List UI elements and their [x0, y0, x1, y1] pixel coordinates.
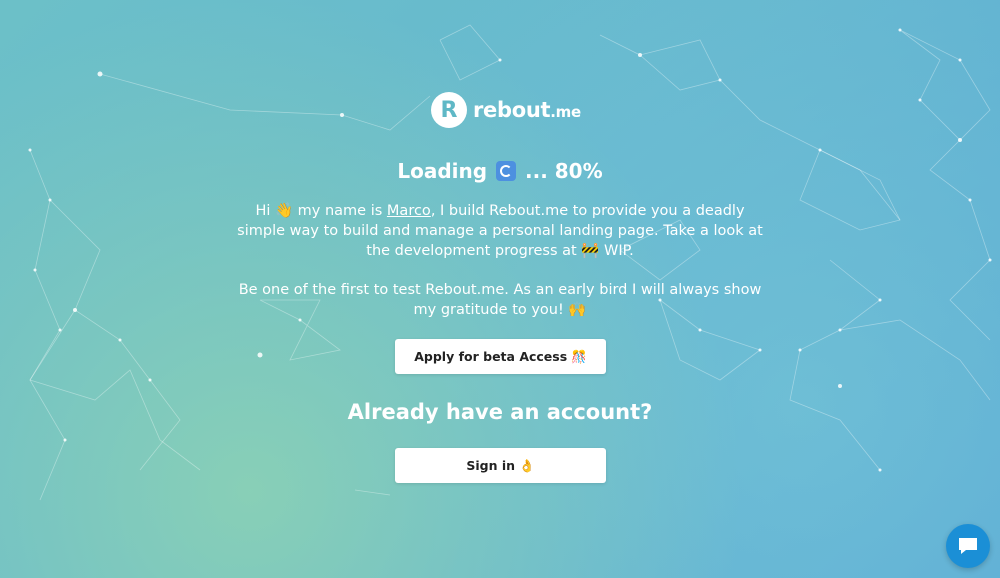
apply-beta-button[interactable]: Apply for beta Access 🎊 — [395, 339, 606, 374]
logo-mark-icon: R — [431, 92, 467, 128]
construction-icon: 🚧 — [581, 243, 600, 259]
waving-hand-icon: 👋 — [275, 203, 294, 219]
ok-hand-icon: 👌 — [519, 457, 535, 473]
chat-launcher-button[interactable] — [946, 524, 990, 568]
brand-name-main: rebout — [473, 98, 551, 122]
confetti-icon: 🎊 — [571, 348, 587, 364]
loading-status: Loading ... 80% — [0, 159, 1000, 183]
brand-name: rebout.me — [473, 98, 581, 122]
intro-before-name: my name is — [297, 203, 383, 219]
raising-hands-icon: 🙌 — [568, 302, 587, 318]
loading-prefix: Loading — [397, 159, 488, 183]
sign-in-label: Sign in — [466, 458, 516, 473]
author-name-link[interactable]: Marco — [387, 203, 431, 219]
intro-greeting: Hi — [255, 203, 271, 219]
intro-paragraph: Hi 👋 my name is Marco, I build Rebout.me… — [230, 201, 770, 261]
early-bird-text: Be one of the first to test Rebout.me. A… — [238, 282, 762, 318]
main-content: R rebout.me Loading ... 80% Hi 👋 my name… — [0, 0, 1000, 578]
loading-progress: ... 80% — [525, 159, 603, 183]
apply-beta-label: Apply for beta Access — [414, 349, 568, 364]
account-heading: Already have an account? — [347, 400, 653, 424]
chat-bubble-icon — [959, 538, 977, 554]
wip-link[interactable]: WIP. — [604, 243, 634, 259]
early-bird-paragraph: Be one of the first to test Rebout.me. A… — [230, 280, 770, 320]
brand-logo[interactable]: R rebout.me — [431, 92, 581, 128]
refresh-icon — [496, 161, 517, 181]
sign-in-button[interactable]: Sign in 👌 — [395, 448, 606, 483]
brand-name-tld: .me — [550, 103, 581, 121]
